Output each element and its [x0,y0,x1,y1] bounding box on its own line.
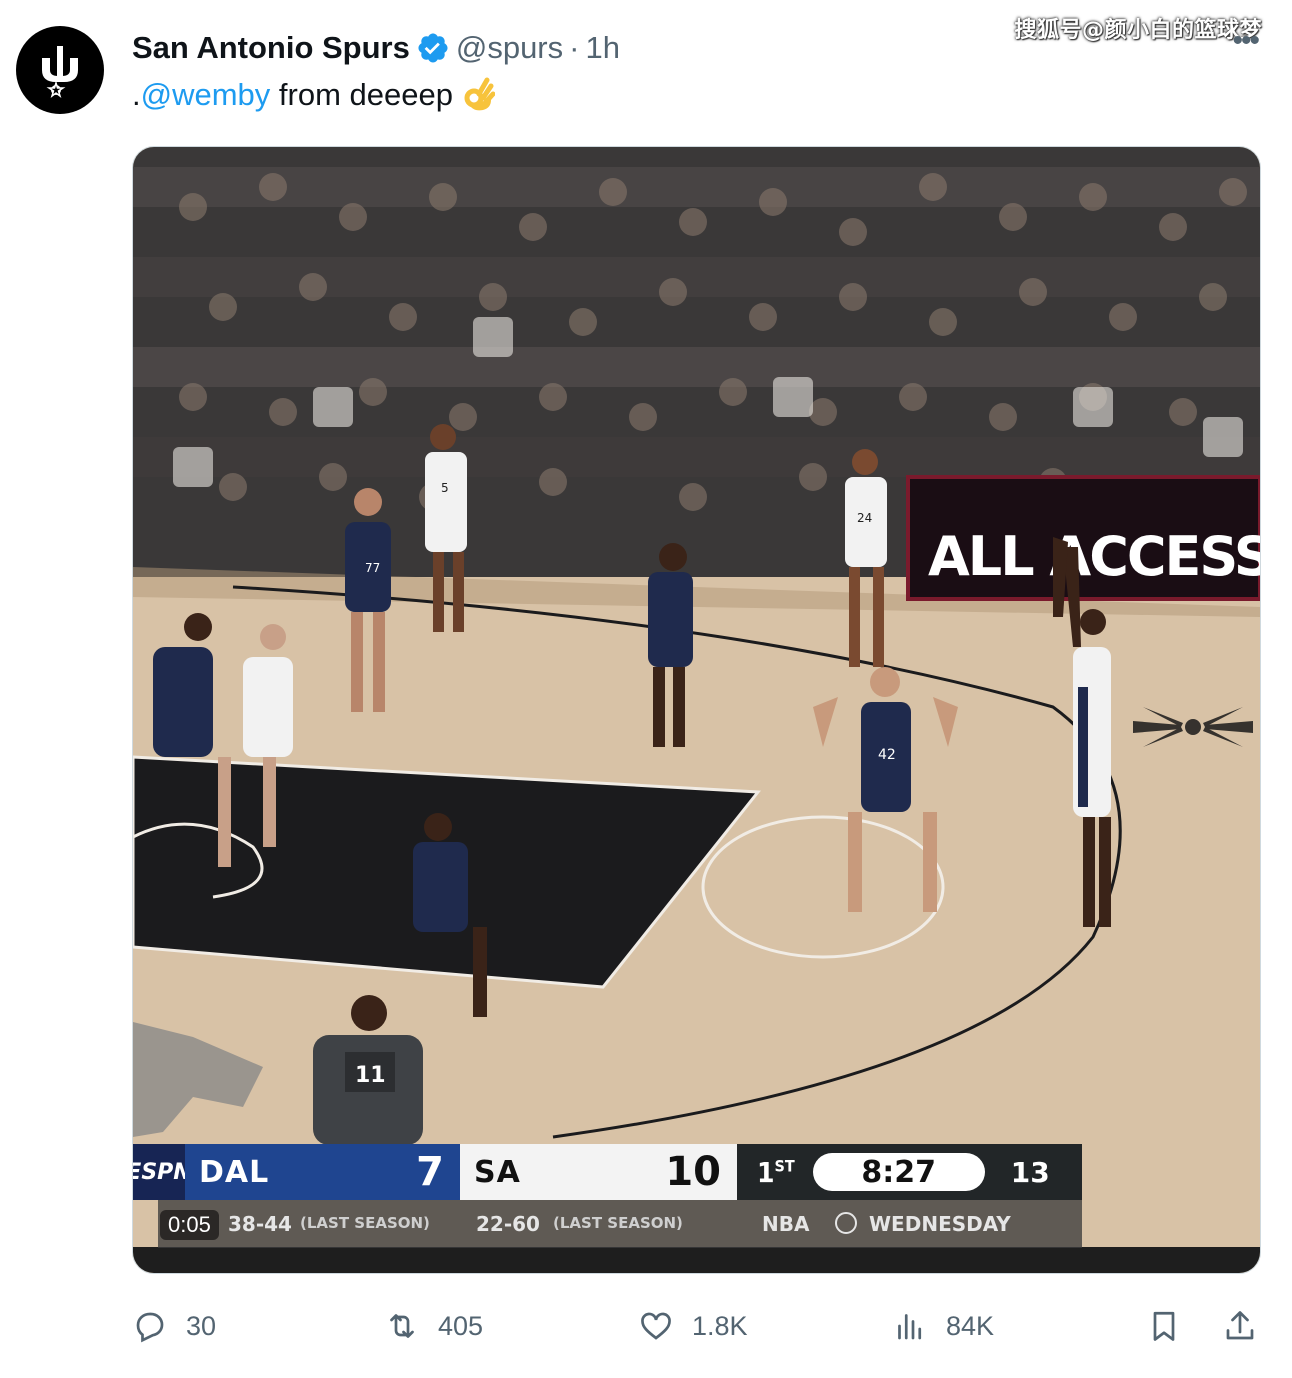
shot-clock: 13 [1010,1155,1050,1189]
jersey-number-77: 77 [365,561,380,575]
video-elapsed-time: 0:05 [160,1210,219,1240]
verified-badge-icon [416,31,450,65]
share-icon [1226,1311,1254,1340]
day-label: WEDNESDAY [869,1212,1011,1236]
network-logo: ESPN [133,1144,192,1200]
home-team-score-panel: SA 10 [460,1144,737,1200]
separator-dot: · [569,30,580,65]
mention-link[interactable]: @wemby [141,77,271,113]
network-logo-icon [835,1212,857,1234]
away-team-score: 7 [416,1149,444,1195]
tweet-text: . @wemby from deeeep [132,76,495,114]
reply-count: 30 [186,1310,217,1341]
analytics-icon [898,1314,922,1340]
away-team-score-panel: DAL 7 [185,1144,460,1200]
away-record-note: (LAST SEASON) [300,1214,430,1232]
game-clock: 8:27 [812,1153,985,1191]
share-button[interactable] [1222,1300,1258,1352]
like-button[interactable]: 1.8K [638,1300,748,1352]
video-player[interactable]: ALL ACCESS. ALL SE 77 [132,146,1261,1274]
away-team-name: DAL [199,1154,270,1190]
period-suffix: ST [774,1156,795,1176]
user-handle[interactable]: @spurs [456,30,563,66]
tweet-text-prefix: . [132,77,141,112]
tweet-timestamp[interactable]: 1h [585,30,619,66]
home-record-note: (LAST SEASON) [553,1214,683,1232]
views-button[interactable]: 84K [892,1300,994,1352]
repost-count: 405 [438,1310,484,1341]
period-indicator: 1ST [757,1156,795,1189]
display-name[interactable]: San Antonio Spurs [132,30,410,66]
reply-button[interactable]: 30 [132,1300,216,1352]
jersey-number-42: 42 [878,747,896,763]
period-number: 1 [757,1155,775,1189]
repost-button[interactable]: 405 [384,1300,483,1352]
scorebug: ESPN DAL 7 SA 10 1ST 8:27 13 [133,1144,1082,1200]
views-count: 84K [946,1310,995,1341]
reply-icon [136,1312,164,1343]
heart-icon [641,1312,671,1340]
ok-hand-emoji-icon [461,76,495,114]
away-record: 38-44 [228,1212,292,1236]
tweet-text-body: from deeeep [270,77,453,112]
bookmark-button[interactable] [1146,1300,1182,1352]
home-record: 22-60 [476,1212,540,1236]
ad-board-text: ALL ACCESS. ALL SE [928,525,1260,588]
scorebug-records: 38-44 (LAST SEASON) 22-60 (LAST SEASON) … [158,1200,1082,1248]
jersey-number-5: 5 [441,481,449,495]
bookmark-icon [1153,1311,1175,1341]
watermark-text: 搜狐号@颜小白的篮球梦 [1014,18,1262,43]
tweet-header: San Antonio Spurs @spurs · 1h [132,28,620,68]
spurs-logo-icon [42,46,78,98]
nba-label: NBA [762,1212,810,1236]
repost-icon [390,1314,414,1338]
home-team-score: 10 [665,1149,721,1195]
tweet-action-bar: 30 405 1.8K 84K [0,1300,1292,1352]
avatar[interactable] [16,26,104,114]
home-team-name: SA [474,1154,521,1190]
referee-number: 11 [355,1063,386,1088]
game-clock-panel: 1ST 8:27 13 [737,1144,1082,1200]
basketball-game-frame: ALL ACCESS. ALL SE 77 [133,147,1260,1273]
like-count: 1.8K [692,1310,748,1341]
jersey-number-24: 24 [857,511,872,525]
more-options-icon[interactable]: ••• [1232,26,1259,56]
